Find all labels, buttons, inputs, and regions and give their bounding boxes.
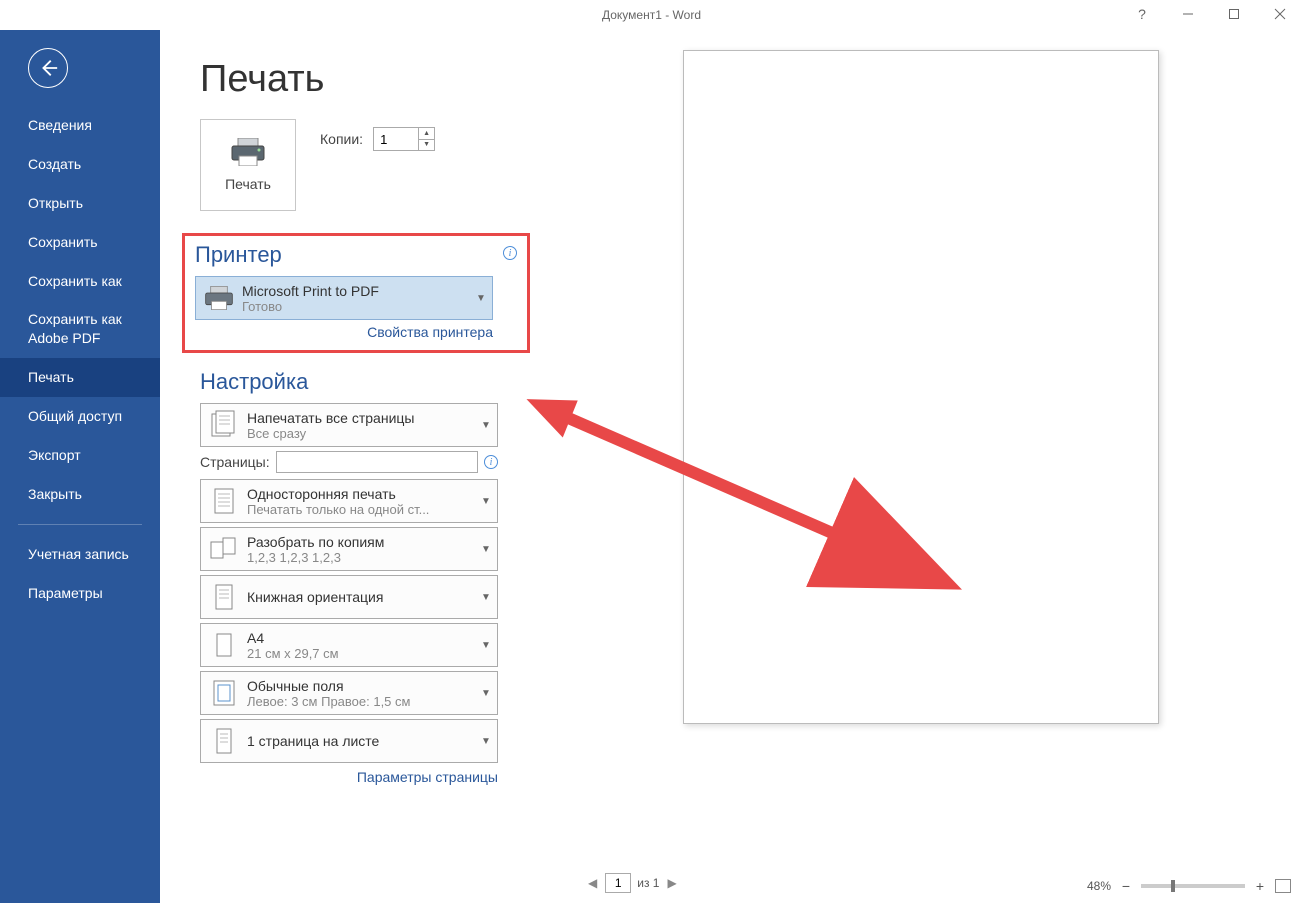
sidebar-item-print[interactable]: Печать <box>0 358 160 397</box>
chevron-down-icon: ▼ <box>481 688 491 699</box>
titlebar: Документ1 - Word ? <box>0 0 1303 30</box>
settings-section-header: Настройка <box>200 369 538 395</box>
page-of-text: из 1 <box>637 876 659 890</box>
collate-icon <box>207 532 241 566</box>
pages-icon <box>207 408 241 442</box>
chevron-down-icon: ▼ <box>481 544 491 555</box>
window-title: Документ1 - Word <box>0 8 1303 22</box>
chevron-down-icon: ▼ <box>476 293 486 304</box>
pages-info-icon[interactable]: i <box>484 455 498 469</box>
one-page-icon <box>207 724 241 758</box>
print-range-dropdown[interactable]: Напечатать все страницы Все сразу ▼ <box>200 403 498 447</box>
preview-page <box>683 50 1159 724</box>
chevron-down-icon: ▼ <box>481 420 491 431</box>
chevron-down-icon: ▼ <box>481 496 491 507</box>
back-button[interactable] <box>28 48 68 88</box>
chevron-down-icon: ▼ <box>481 592 491 603</box>
content-area: Печать Печать Копии: ▲ ▼ <box>160 30 1303 903</box>
prev-page-button[interactable]: ◀ <box>586 874 599 892</box>
margins-icon <box>207 676 241 710</box>
zoom-in-button[interactable]: + <box>1253 879 1267 893</box>
page-title: Печать <box>200 58 538 101</box>
annotation-highlight: Принтер i Microsoft Print to PDF Готово … <box>182 233 530 353</box>
minimize-button[interactable] <box>1165 0 1211 28</box>
printer-name: Microsoft Print to PDF <box>242 283 476 299</box>
printer-section-header: Принтер i <box>195 242 517 268</box>
sidebar-item-open[interactable]: Открыть <box>0 184 160 223</box>
single-side-icon <box>207 484 241 518</box>
print-button-label: Печать <box>225 176 271 192</box>
orientation-dropdown[interactable]: Книжная ориентация ▼ <box>200 575 498 619</box>
printer-status: Готово <box>242 299 476 314</box>
printer-icon <box>202 281 236 315</box>
page-navigation: ◀ из 1 ▶ <box>538 873 679 893</box>
page-size-icon <box>207 628 241 662</box>
print-button[interactable]: Печать <box>200 119 296 211</box>
window-controls: ? <box>1119 0 1303 28</box>
backstage-sidebar: Сведения Создать Открыть Сохранить Сохра… <box>0 30 160 903</box>
paper-size-dropdown[interactable]: A4 21 см x 29,7 см ▼ <box>200 623 498 667</box>
zoom-controls: 48% − + <box>1087 879 1291 893</box>
maximize-button[interactable] <box>1211 0 1257 28</box>
printer-info-icon[interactable]: i <box>503 246 517 260</box>
portrait-icon <box>207 580 241 614</box>
printer-properties-link[interactable]: Свойства принтера <box>367 324 493 340</box>
zoom-slider[interactable] <box>1141 884 1245 888</box>
zoom-fit-button[interactable] <box>1275 879 1291 893</box>
sidebar-item-save-adobe-pdf[interactable]: Сохранить как Adobe PDF <box>0 300 160 358</box>
sidebar-item-new[interactable]: Создать <box>0 145 160 184</box>
copies-spinner[interactable]: ▲ ▼ <box>373 127 435 151</box>
sidebar-item-info[interactable]: Сведения <box>0 106 160 145</box>
sidebar-item-save-as[interactable]: Сохранить как <box>0 262 160 301</box>
sidebar-item-save[interactable]: Сохранить <box>0 223 160 262</box>
current-page-input[interactable] <box>605 873 631 893</box>
sidebar-item-options[interactable]: Параметры <box>0 574 160 613</box>
zoom-out-button[interactable]: − <box>1119 879 1133 893</box>
sidebar-item-share[interactable]: Общий доступ <box>0 397 160 436</box>
help-button[interactable]: ? <box>1119 0 1165 28</box>
sidebar-item-account[interactable]: Учетная запись <box>0 535 160 574</box>
copies-input[interactable] <box>374 128 418 150</box>
print-settings-panel: Печать Печать Копии: ▲ ▼ <box>160 30 538 903</box>
chevron-down-icon: ▼ <box>481 736 491 747</box>
sidebar-item-close[interactable]: Закрыть <box>0 475 160 514</box>
pages-label: Страницы: <box>200 454 270 470</box>
chevron-down-icon: ▼ <box>481 640 491 651</box>
printer-icon <box>230 138 266 166</box>
collate-dropdown[interactable]: Разобрать по копиям 1,2,3 1,2,3 1,2,3 ▼ <box>200 527 498 571</box>
print-preview: ◀ из 1 ▶ 48% − + <box>538 30 1303 903</box>
next-page-button[interactable]: ▶ <box>665 874 678 892</box>
printer-dropdown[interactable]: Microsoft Print to PDF Готово ▼ <box>195 276 493 320</box>
close-button[interactable] <box>1257 0 1303 28</box>
pages-input[interactable] <box>276 451 478 473</box>
sidebar-separator <box>18 524 142 525</box>
copies-label: Копии: <box>320 131 363 147</box>
copies-up[interactable]: ▲ <box>419 128 434 140</box>
sides-dropdown[interactable]: Односторонняя печать Печатать только на … <box>200 479 498 523</box>
pages-per-sheet-dropdown[interactable]: 1 страница на листе ▼ <box>200 719 498 763</box>
margins-dropdown[interactable]: Обычные поля Левое: 3 см Правое: 1,5 см … <box>200 671 498 715</box>
sidebar-item-export[interactable]: Экспорт <box>0 436 160 475</box>
zoom-percent: 48% <box>1087 879 1111 893</box>
page-setup-link[interactable]: Параметры страницы <box>357 769 498 785</box>
copies-down[interactable]: ▼ <box>419 140 434 151</box>
